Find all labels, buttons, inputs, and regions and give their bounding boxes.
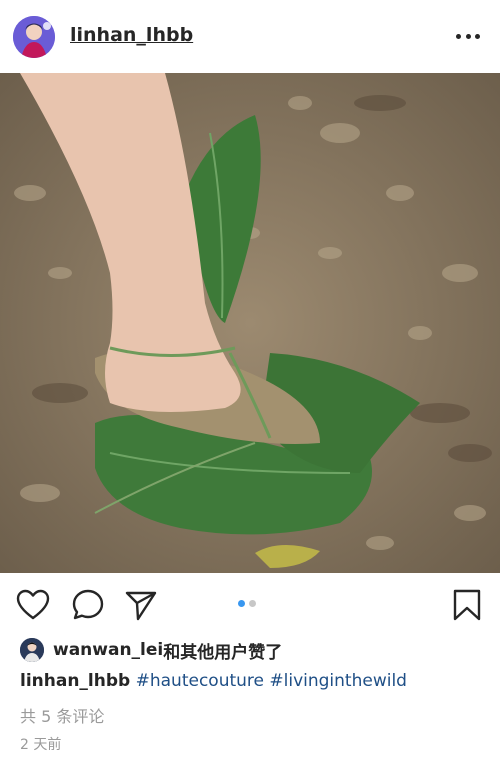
- more-options-icon[interactable]: [456, 28, 480, 44]
- paper-plane-icon[interactable]: [124, 588, 158, 622]
- likes-suffix: 和其他用户赞了: [163, 642, 283, 663]
- caption: linhan_lhbb #hautecouture #livinginthewi…: [20, 671, 407, 691]
- liker-avatar-image: [20, 638, 44, 662]
- carousel-indicator: [238, 600, 256, 607]
- caption-username[interactable]: linhan_lhbb: [20, 671, 130, 691]
- comment-icon[interactable]: [71, 588, 105, 622]
- post-username[interactable]: linhan_lhbb: [70, 24, 193, 46]
- more-dot: [475, 33, 480, 39]
- avatar[interactable]: [13, 16, 55, 58]
- post-photo[interactable]: [0, 73, 500, 573]
- liker-avatar: [20, 638, 44, 662]
- avatar-image: [13, 16, 55, 58]
- liker-username[interactable]: wanwan_lei: [53, 640, 163, 660]
- view-comments-link[interactable]: 共 5 条评论: [20, 703, 104, 727]
- bookmark-icon[interactable]: [450, 588, 484, 622]
- more-dot: [465, 33, 471, 39]
- likes-row[interactable]: wanwan_lei 和其他用户赞了: [20, 636, 282, 664]
- post-timestamp: 2 天前: [20, 737, 62, 753]
- hashtag-link[interactable]: #livinginthewild: [269, 671, 407, 691]
- post-header: linhan_lhbb: [0, 0, 500, 74]
- heart-icon[interactable]: [16, 588, 50, 622]
- carousel-dot: [249, 600, 256, 607]
- carousel-dot-active: [238, 600, 245, 607]
- leaf-sandal-photo: [0, 73, 500, 573]
- more-dot: [456, 33, 461, 39]
- hashtag-link[interactable]: #hautecouture: [136, 671, 264, 691]
